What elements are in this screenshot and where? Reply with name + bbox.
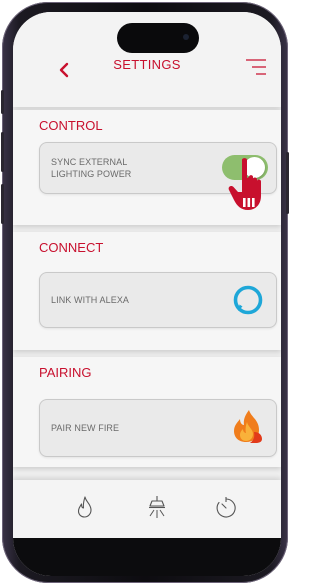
power-button: [286, 152, 289, 214]
sync-lighting-label-line2: LIGHTING POWER: [51, 169, 132, 179]
nav-lighting-button[interactable]: [144, 494, 170, 520]
section-title-pairing: PAIRING: [39, 365, 92, 380]
timer-icon: [216, 497, 236, 518]
dynamic-island: [117, 23, 199, 53]
bottom-nav: [13, 480, 281, 538]
nav-timer-button[interactable]: [213, 494, 239, 520]
volume-up-button: [1, 132, 4, 172]
alexa-icon: [233, 285, 263, 315]
home-indicator-area: [13, 538, 281, 576]
menu-button[interactable]: [246, 58, 268, 76]
section-title-control: CONTROL: [39, 118, 103, 133]
action-button: [1, 90, 4, 114]
flame-icon: [77, 496, 92, 518]
pair-new-fire-card[interactable]: PAIR NEW FIRE: [39, 399, 277, 457]
app-screen: SETTINGS CONTROL SYNC EXTERNAL LIGHTING …: [13, 12, 281, 576]
link-alexa-label: LINK WITH ALEXA: [51, 295, 130, 305]
connect-section: CONNECT LINK WITH ALEXA: [13, 232, 281, 350]
pairing-section: PAIRING PAIR NEW FIRE: [13, 357, 281, 467]
page-title: SETTINGS: [113, 57, 181, 72]
sync-lighting-label-line1: SYNC EXTERNAL: [51, 157, 128, 167]
nav-flame-button[interactable]: [72, 494, 98, 520]
tap-hand-icon: [228, 158, 261, 210]
hamburger-menu-icon: [246, 59, 266, 75]
volume-down-button: [1, 184, 4, 224]
sync-lighting-label: SYNC EXTERNAL LIGHTING POWER: [51, 156, 131, 180]
link-alexa-card[interactable]: LINK WITH ALEXA: [39, 272, 277, 328]
ceiling-light-icon: [149, 496, 165, 518]
section-title-connect: CONNECT: [39, 240, 104, 255]
phone-frame: SETTINGS CONTROL SYNC EXTERNAL LIGHTING …: [1, 2, 289, 583]
camera-lens: [183, 34, 189, 40]
flame-icon: [234, 410, 262, 443]
pair-new-fire-label: PAIR NEW FIRE: [51, 423, 120, 433]
